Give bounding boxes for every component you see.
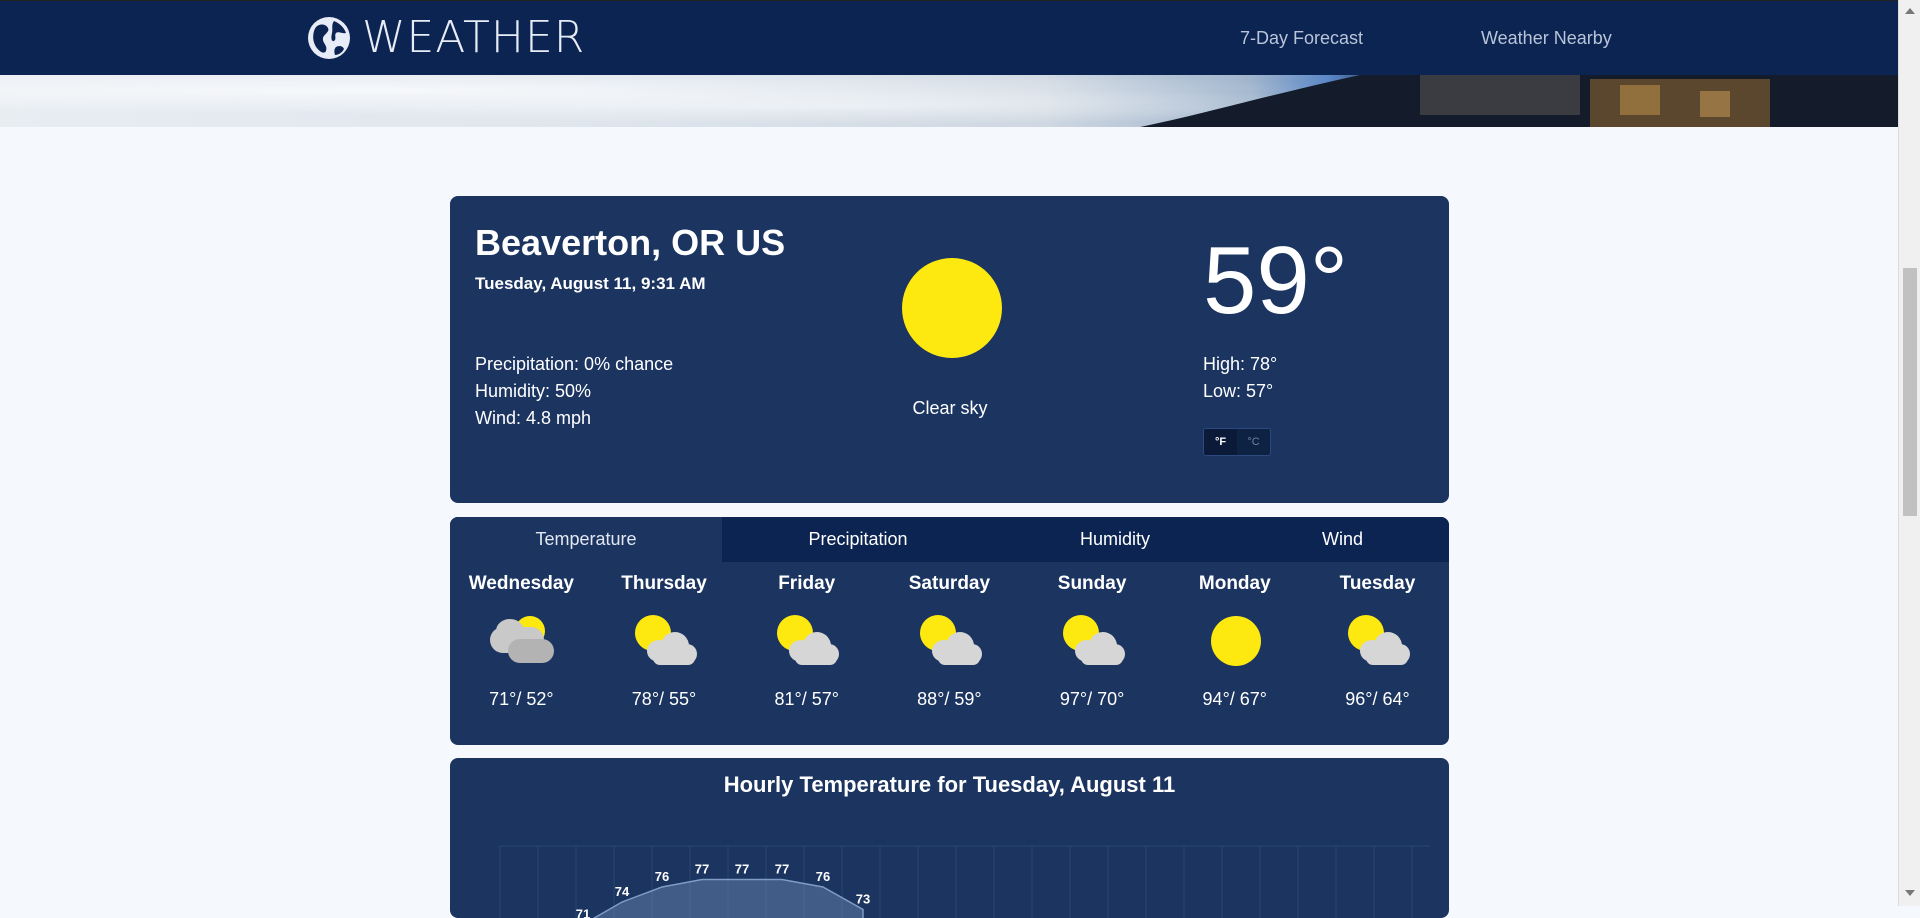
high-temperature: High: 78° (1203, 354, 1277, 375)
nav-link-7-day-forecast[interactable]: 7-Day Forecast (1240, 28, 1363, 49)
unit-toggle: °F °C (1203, 428, 1271, 456)
partly-cloudy-icon (1346, 613, 1412, 669)
logo-text: WEATHER (362, 15, 585, 61)
scroll-down-arrow-icon[interactable] (1905, 890, 1915, 896)
top-navigation-bar: WEATHER 7-Day Forecast Weather Nearby (0, 0, 1898, 76)
current-datetime: Tuesday, August 11, 9:31 AM (475, 274, 706, 294)
low-temperature: Low: 57° (1203, 381, 1273, 402)
chart-data-label: 76 (816, 869, 830, 884)
forecast-day: Thursday 78°/ 55° (593, 573, 736, 733)
current-weather-card: Beaverton, OR US Tuesday, August 11, 9:3… (450, 196, 1449, 503)
day-name: Wednesday (450, 573, 593, 595)
wind-speed: Wind: 4.8 mph (475, 408, 591, 429)
chart-data-label: 76 (655, 869, 669, 884)
chart-data-label: 77 (735, 862, 749, 877)
page-scrollbar[interactable] (1898, 0, 1920, 906)
day-name: Friday (735, 573, 878, 595)
day-name: Saturday (878, 573, 1021, 595)
forecast-day: Saturday 88°/ 59° (878, 573, 1021, 733)
tab-wind[interactable]: Wind (1236, 517, 1449, 562)
day-temperature-range: 71°/ 52° (450, 689, 593, 710)
day-temperature-range: 97°/ 70° (1021, 689, 1164, 710)
day-temperature-range: 81°/ 57° (735, 689, 878, 710)
scroll-up-arrow-icon[interactable] (1905, 8, 1915, 14)
chart-data-label: 73 (856, 892, 870, 907)
chart-data-label: 71 (576, 907, 590, 918)
logo[interactable]: WEATHER (306, 15, 585, 61)
city-name: Beaverton, OR US (475, 222, 785, 264)
partly-cloudy-icon (775, 613, 841, 669)
partly-cloudy-icon (633, 613, 699, 669)
sun-icon (902, 258, 1002, 358)
chart-data-label: 74 (615, 884, 630, 899)
hourly-temperature-card: Hourly Temperature for Tuesday, August 1… (450, 758, 1449, 918)
forecast-card: Temperature Precipitation Humidity Wind … (450, 517, 1449, 745)
day-temperature-range: 78°/ 55° (593, 689, 736, 710)
forecast-days: Wednesday 71°/ 52° Thursday 78°/ 55° Friday 8… (450, 573, 1449, 733)
weather-condition: Clear sky (850, 398, 1050, 419)
forecast-day: Friday 81°/ 57° (735, 573, 878, 733)
scrollbar-thumb[interactable] (1903, 268, 1917, 516)
current-temperature: 59° (1203, 231, 1348, 331)
forecast-tabs: Temperature Precipitation Humidity Wind (450, 517, 1449, 562)
hourly-temperature-chart: 71 74 76 77 77 77 76 73 (450, 758, 1449, 918)
header-banner-image (0, 75, 1898, 127)
partly-cloudy-icon (918, 613, 984, 669)
day-name: Thursday (593, 573, 736, 595)
humidity-value: Humidity: 50% (475, 381, 591, 402)
partly-cloudy-icon (1061, 613, 1127, 669)
tab-temperature[interactable]: Temperature (450, 517, 722, 562)
fahrenheit-button[interactable]: °F (1204, 429, 1237, 455)
chart-data-label: 77 (695, 862, 709, 877)
tab-precipitation[interactable]: Precipitation (722, 517, 994, 562)
forecast-day: Tuesday 96°/ 64° (1306, 573, 1449, 733)
globe-icon (306, 15, 352, 61)
sun-icon (1203, 613, 1269, 669)
day-temperature-range: 88°/ 59° (878, 689, 1021, 710)
cloudy-icon (490, 613, 556, 669)
celsius-button[interactable]: °C (1237, 429, 1270, 455)
day-temperature-range: 94°/ 67° (1163, 689, 1306, 710)
precipitation-chance: Precipitation: 0% chance (475, 354, 673, 375)
forecast-day: Monday 94°/ 67° (1163, 573, 1306, 733)
forecast-day: Sunday 97°/ 70° (1021, 573, 1164, 733)
day-temperature-range: 96°/ 64° (1306, 689, 1449, 710)
day-name: Monday (1163, 573, 1306, 595)
chart-data-label: 77 (775, 862, 789, 877)
day-name: Tuesday (1306, 573, 1449, 595)
nav-link-weather-nearby[interactable]: Weather Nearby (1481, 28, 1612, 49)
day-name: Sunday (1021, 573, 1164, 595)
tab-humidity[interactable]: Humidity (994, 517, 1236, 562)
forecast-day: Wednesday 71°/ 52° (450, 573, 593, 733)
